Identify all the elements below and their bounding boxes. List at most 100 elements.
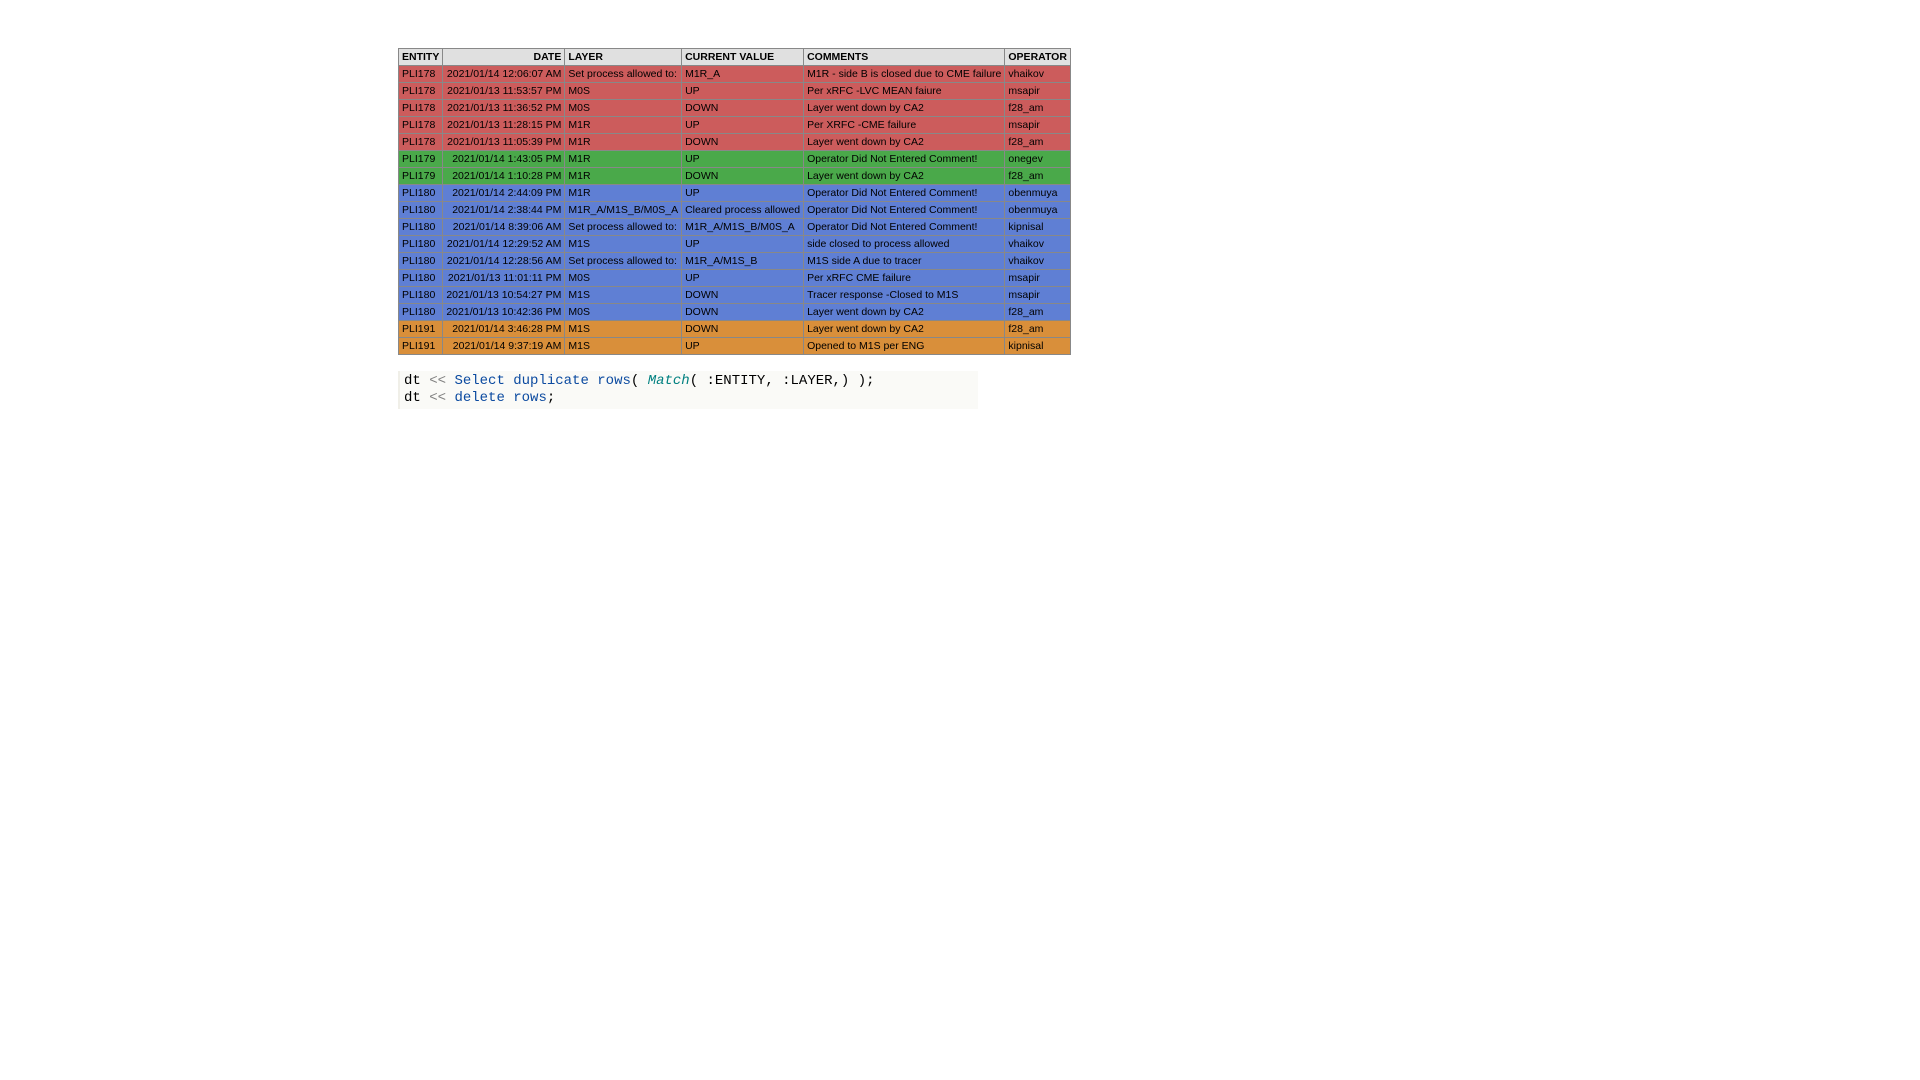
- cell-date: 2021/01/13 11:01:11 PM: [443, 270, 565, 287]
- table-row[interactable]: PLI1802021/01/13 10:42:36 PMM0SDOWNLayer…: [399, 304, 1071, 321]
- cell-comments: Layer went down by CA2: [804, 321, 1005, 338]
- table-row[interactable]: PLI1782021/01/14 12:06:07 AMSet process …: [399, 66, 1071, 83]
- col-operator: OPERATOR: [1005, 49, 1071, 66]
- cell-comments: Per xRFC CME failure: [804, 270, 1005, 287]
- cell-date: 2021/01/13 10:42:36 PM: [443, 304, 565, 321]
- cell-entity: PLI180: [399, 202, 443, 219]
- cell-comments: Per xRFC -LVC MEAN faiure: [804, 83, 1005, 100]
- cell-operator: kipnisal: [1005, 219, 1071, 236]
- cell-comments: M1S side A due to tracer: [804, 253, 1005, 270]
- cell-comments: Tracer response -Closed to M1S: [804, 287, 1005, 304]
- table-row[interactable]: PLI1802021/01/14 8:39:06 AMSet process a…: [399, 219, 1071, 236]
- cell-current-value: DOWN: [682, 100, 804, 117]
- cell-date: 2021/01/13 10:54:27 PM: [443, 287, 565, 304]
- cell-entity: PLI180: [399, 219, 443, 236]
- table-row[interactable]: PLI1782021/01/13 11:53:57 PMM0SUPPer xRF…: [399, 83, 1071, 100]
- cell-layer: M0S: [565, 270, 682, 287]
- col-date: DATE: [443, 49, 565, 66]
- table-row[interactable]: PLI1792021/01/14 1:10:28 PMM1RDOWNLayer …: [399, 168, 1071, 185]
- cell-current-value: UP: [682, 83, 804, 100]
- cell-comments: Layer went down by CA2: [804, 134, 1005, 151]
- table-row[interactable]: PLI1912021/01/14 3:46:28 PMM1SDOWNLayer …: [399, 321, 1071, 338]
- cell-layer: M1R: [565, 185, 682, 202]
- cell-current-value: UP: [682, 270, 804, 287]
- cell-entity: PLI179: [399, 168, 443, 185]
- cell-layer: M0S: [565, 100, 682, 117]
- table-row[interactable]: PLI1912021/01/14 9:37:19 AMM1SUPOpened t…: [399, 338, 1071, 355]
- cell-entity: PLI178: [399, 66, 443, 83]
- cell-current-value: DOWN: [682, 304, 804, 321]
- cell-comments: Layer went down by CA2: [804, 100, 1005, 117]
- cell-entity: PLI180: [399, 253, 443, 270]
- header-row: ENTITY DATE LAYER CURRENT VALUE COMMENTS…: [399, 49, 1071, 66]
- table-row[interactable]: PLI1802021/01/14 2:44:09 PMM1RUPOperator…: [399, 185, 1071, 202]
- cell-date: 2021/01/14 1:10:28 PM: [443, 168, 565, 185]
- cell-layer: Set process allowed to:: [565, 253, 682, 270]
- cell-comments: Layer went down by CA2: [804, 304, 1005, 321]
- cell-layer: M0S: [565, 304, 682, 321]
- cell-current-value: UP: [682, 117, 804, 134]
- cell-comments: M1R - side B is closed due to CME failur…: [804, 66, 1005, 83]
- cell-operator: f28_am: [1005, 304, 1071, 321]
- cell-operator: obenmuya: [1005, 202, 1071, 219]
- cell-comments: Operator Did Not Entered Comment!: [804, 185, 1005, 202]
- cell-current-value: DOWN: [682, 287, 804, 304]
- cell-date: 2021/01/14 8:39:06 AM: [443, 219, 565, 236]
- cell-operator: kipnisal: [1005, 338, 1071, 355]
- cell-layer: M0S: [565, 83, 682, 100]
- cell-current-value: UP: [682, 151, 804, 168]
- col-layer: LAYER: [565, 49, 682, 66]
- cell-entity: PLI191: [399, 338, 443, 355]
- data-table: ENTITY DATE LAYER CURRENT VALUE COMMENTS…: [398, 48, 1071, 355]
- table-row[interactable]: PLI1792021/01/14 1:43:05 PMM1RUPOperator…: [399, 151, 1071, 168]
- cell-comments: Opened to M1S per ENG: [804, 338, 1005, 355]
- cell-operator: f28_am: [1005, 134, 1071, 151]
- cell-current-value: UP: [682, 236, 804, 253]
- table-row[interactable]: PLI1802021/01/14 12:29:52 AMM1SUPside cl…: [399, 236, 1071, 253]
- cell-operator: msapir: [1005, 83, 1071, 100]
- table-row[interactable]: PLI1782021/01/13 11:05:39 PMM1RDOWNLayer…: [399, 134, 1071, 151]
- cell-operator: vhaikov: [1005, 253, 1071, 270]
- cell-date: 2021/01/14 12:06:07 AM: [443, 66, 565, 83]
- cell-entity: PLI178: [399, 83, 443, 100]
- cell-entity: PLI178: [399, 100, 443, 117]
- cell-entity: PLI179: [399, 151, 443, 168]
- table-row[interactable]: PLI1802021/01/13 11:01:11 PMM0SUPPer xRF…: [399, 270, 1071, 287]
- table-row[interactable]: PLI1802021/01/14 2:38:44 PMM1R_A/M1S_B/M…: [399, 202, 1071, 219]
- cell-comments: Operator Did Not Entered Comment!: [804, 202, 1005, 219]
- cell-layer: M1R_A/M1S_B/M0S_A: [565, 202, 682, 219]
- table-row[interactable]: PLI1802021/01/13 10:54:27 PMM1SDOWNTrace…: [399, 287, 1071, 304]
- cell-operator: msapir: [1005, 270, 1071, 287]
- cell-comments: Per XRFC -CME failure: [804, 117, 1005, 134]
- cell-date: 2021/01/14 12:29:52 AM: [443, 236, 565, 253]
- cell-entity: PLI180: [399, 185, 443, 202]
- cell-operator: msapir: [1005, 117, 1071, 134]
- cell-operator: f28_am: [1005, 321, 1071, 338]
- cell-operator: f28_am: [1005, 168, 1071, 185]
- cell-comments: Operator Did Not Entered Comment!: [804, 219, 1005, 236]
- cell-entity: PLI180: [399, 236, 443, 253]
- cell-date: 2021/01/13 11:53:57 PM: [443, 83, 565, 100]
- cell-comments: Layer went down by CA2: [804, 168, 1005, 185]
- cell-current-value: M1R_A/M1S_B: [682, 253, 804, 270]
- cell-date: 2021/01/13 11:36:52 PM: [443, 100, 565, 117]
- table-row[interactable]: PLI1802021/01/14 12:28:56 AMSet process …: [399, 253, 1071, 270]
- cell-date: 2021/01/14 12:28:56 AM: [443, 253, 565, 270]
- cell-operator: onegev: [1005, 151, 1071, 168]
- cell-layer: M1S: [565, 338, 682, 355]
- cell-layer: M1S: [565, 236, 682, 253]
- cell-layer: M1R: [565, 134, 682, 151]
- table-row[interactable]: PLI1782021/01/13 11:28:15 PMM1RUPPer XRF…: [399, 117, 1071, 134]
- code-snippet: dt << Select duplicate rows( Match( :ENT…: [398, 371, 978, 409]
- cell-layer: Set process allowed to:: [565, 66, 682, 83]
- cell-entity: PLI180: [399, 270, 443, 287]
- table-row[interactable]: PLI1782021/01/13 11:36:52 PMM0SDOWNLayer…: [399, 100, 1071, 117]
- cell-entity: PLI178: [399, 134, 443, 151]
- cell-layer: M1R: [565, 117, 682, 134]
- cell-layer: M1S: [565, 321, 682, 338]
- cell-current-value: Cleared process allowed: [682, 202, 804, 219]
- cell-current-value: UP: [682, 185, 804, 202]
- cell-current-value: M1R_A: [682, 66, 804, 83]
- cell-entity: PLI191: [399, 321, 443, 338]
- col-entity: ENTITY: [399, 49, 443, 66]
